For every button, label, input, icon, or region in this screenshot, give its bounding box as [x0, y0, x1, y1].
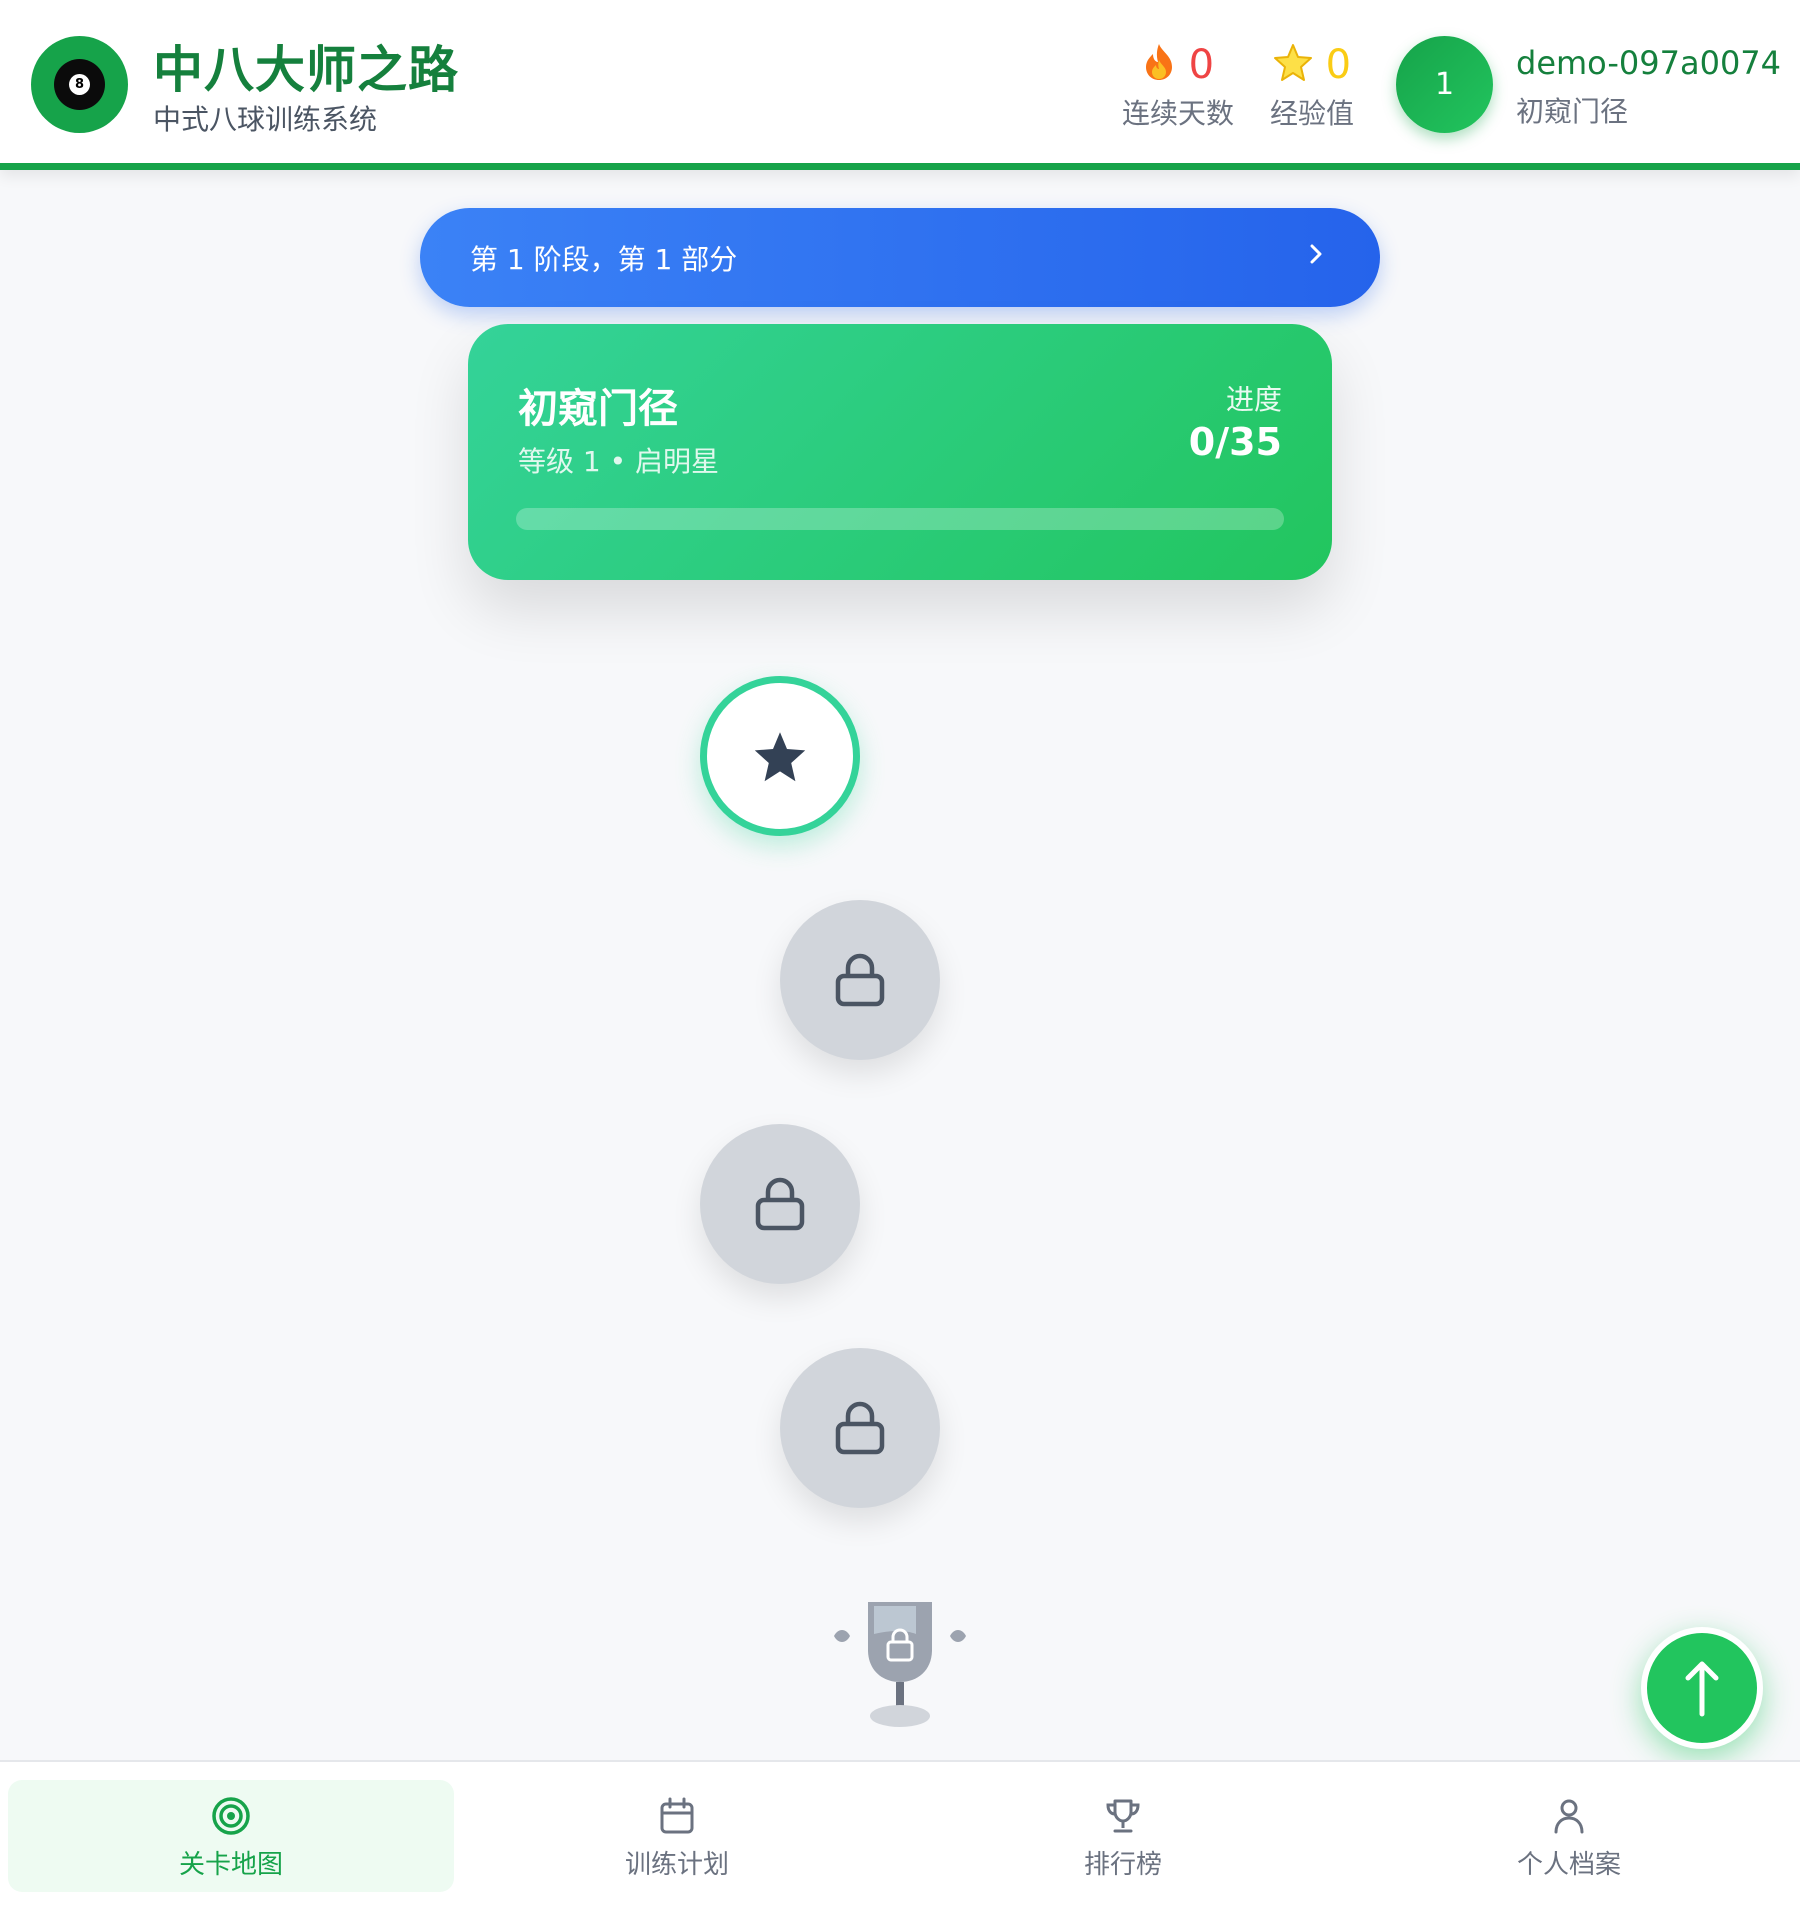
target-icon [211, 1796, 251, 1840]
nav-label: 排行榜 [1083, 1850, 1162, 1880]
fire-icon [1142, 42, 1189, 88]
progress-value: 0/35 [1188, 420, 1282, 464]
user-avatar[interactable]: 1 [1396, 36, 1493, 133]
streak-label: 连续天数 [1121, 97, 1234, 130]
app-logo: 8 [31, 36, 128, 133]
nav-item-leaderboard[interactable]: 排行榜 [900, 1780, 1346, 1892]
app-title: 中八大师之路 [153, 41, 459, 99]
level-node-locked[interactable] [780, 900, 940, 1060]
section-banner-text: 第 1 阶段，第 1 部分 [470, 243, 738, 276]
eight-ball-number: 8 [69, 74, 90, 95]
xp-value: 0 [1325, 42, 1352, 88]
user-icon [1549, 1796, 1589, 1840]
scroll-to-top-button[interactable] [1641, 1627, 1763, 1749]
level-card: 初窥门径 等级 1 • 启明星 进度 0/35 [468, 324, 1332, 580]
level-node-locked[interactable] [780, 1348, 940, 1508]
progress-label: 进度 [1225, 383, 1282, 416]
reward-trophy-locked[interactable] [820, 1590, 980, 1740]
app-header: 8 中八大师之路 中式八球训练系统 0 连续天数 0 经验值 1 demo-09… [0, 0, 1800, 170]
progress-bar [516, 508, 1284, 530]
user-rank: 初窥门径 [1516, 95, 1629, 128]
username: demo-097a0074 [1516, 44, 1782, 82]
app-subtitle: 中式八球训练系统 [153, 103, 378, 136]
nav-label: 训练计划 [624, 1850, 729, 1880]
trophy-icon [1103, 1796, 1143, 1840]
streak-value: 0 [1188, 42, 1215, 88]
xp-stat: 0 经验值 [1262, 40, 1362, 132]
streak-stat: 0 连续天数 [1118, 40, 1238, 132]
level-node-locked[interactable] [700, 1124, 860, 1284]
trophy-icon [834, 1602, 966, 1727]
star-icon [1273, 42, 1326, 88]
chevron-right-icon [1304, 234, 1328, 283]
level-subtitle: 等级 1 • 启明星 [518, 445, 720, 478]
calendar-icon [657, 1796, 697, 1840]
section-banner[interactable]: 第 1 阶段，第 1 部分 [420, 208, 1380, 307]
nav-item-profile[interactable]: 个人档案 [1346, 1780, 1792, 1892]
nav-item-level-map[interactable]: 关卡地图 [8, 1780, 454, 1892]
level-name: 初窥门径 [518, 386, 678, 432]
bottom-nav: 关卡地图 训练计划 排行榜 个人档案 [0, 1760, 1800, 1906]
xp-label: 经验值 [1269, 97, 1354, 130]
nav-label: 个人档案 [1516, 1850, 1621, 1880]
eight-ball-icon: 8 [54, 59, 105, 110]
nav-label: 关卡地图 [178, 1850, 283, 1880]
nav-item-training-plan[interactable]: 训练计划 [454, 1780, 900, 1892]
level-node-current[interactable] [700, 676, 860, 836]
